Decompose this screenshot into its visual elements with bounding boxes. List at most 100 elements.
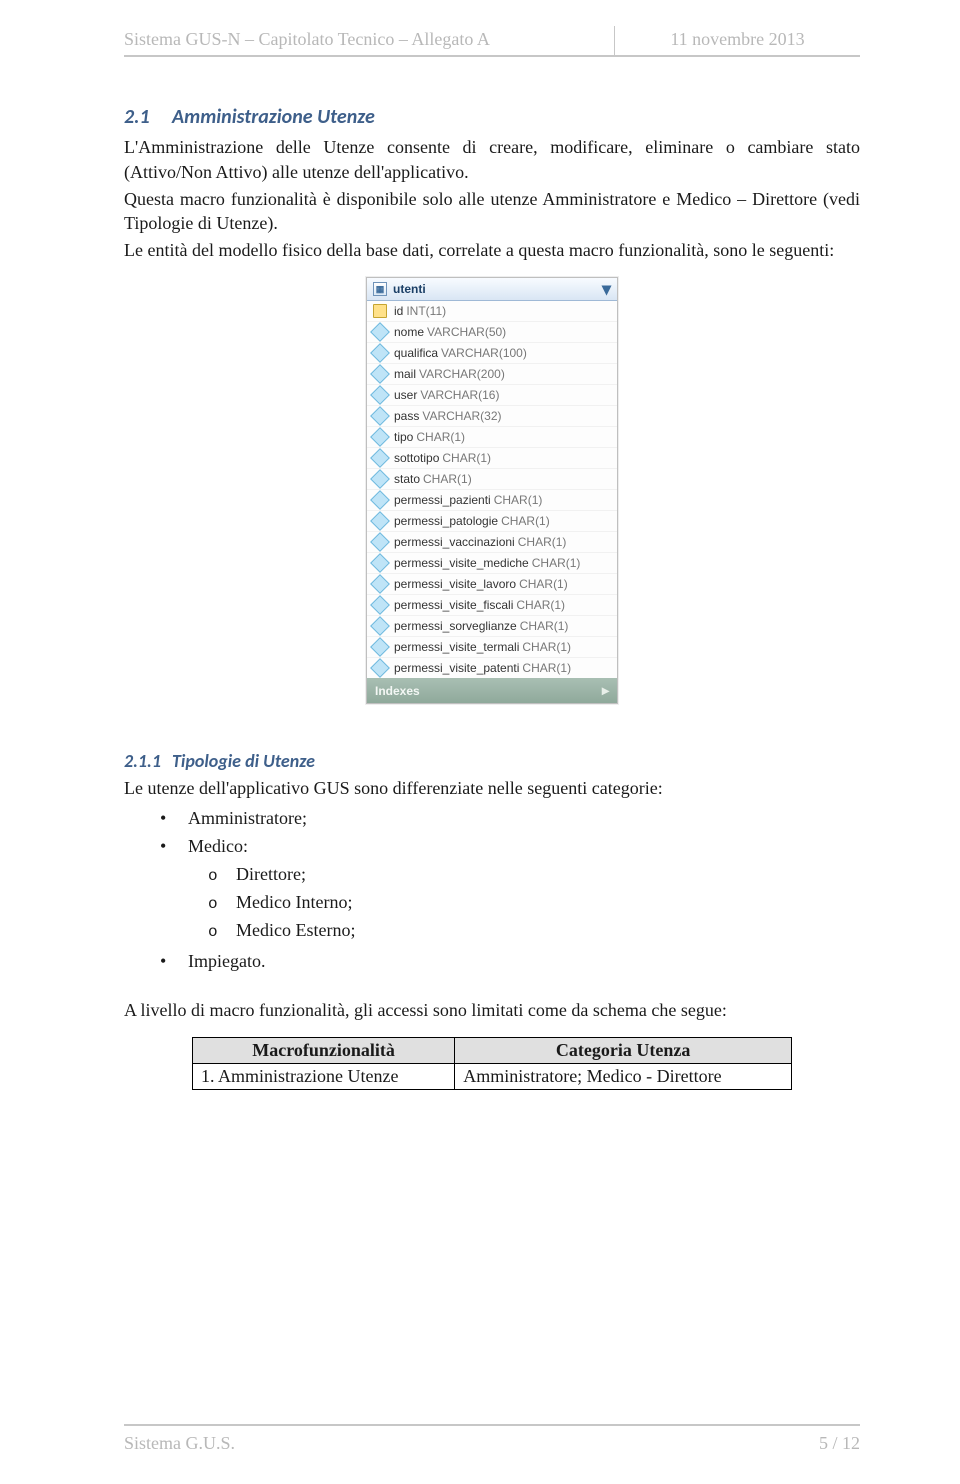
column-name: permessi_visite_fiscali <box>394 598 513 612</box>
table-row: 1. Amministrazione Utenze Amministratore… <box>193 1064 792 1090</box>
list-item: Direttore; <box>124 861 860 889</box>
column-name: sottotipo <box>394 451 439 465</box>
column-name: permessi_vaccinazioni <box>394 535 515 549</box>
entity-column: permessi_patologie CHAR(1) <box>367 510 617 531</box>
column-name: permessi_visite_termali <box>394 640 519 654</box>
column-icon <box>370 616 390 636</box>
column-name: permessi_visite_mediche <box>394 556 529 570</box>
column-icon <box>370 364 390 384</box>
list-item: Medico Esterno; <box>124 917 860 945</box>
table-header-row: Macrofunzionalità Categoria Utenza <box>193 1038 792 1064</box>
column-name: permessi_visite_patenti <box>394 661 519 675</box>
section-title: Amministrazione Utenze <box>172 105 375 129</box>
list-item: Medico Interno; <box>124 889 860 917</box>
table-header: Macrofunzionalità <box>193 1038 455 1064</box>
column-name: permessi_patologie <box>394 514 498 528</box>
column-type: CHAR(1) <box>522 640 571 654</box>
column-icon <box>370 427 390 447</box>
column-type: CHAR(1) <box>522 661 571 675</box>
column-type: CHAR(1) <box>442 451 491 465</box>
column-icon <box>370 343 390 363</box>
column-type: CHAR(1) <box>532 556 581 570</box>
column-type: CHAR(1) <box>423 472 472 486</box>
category-list: Amministratore; Medico: <box>124 805 860 861</box>
chevron-down-icon: ▾ <box>602 283 611 295</box>
list-item: Impiegato. <box>124 948 860 976</box>
header-right: 11 novembre 2013 <box>615 26 860 56</box>
column-name: qualifica <box>394 346 438 360</box>
section-2-1-p1: L'Amministrazione delle Utenze consente … <box>124 135 860 185</box>
entity-column: permessi_visite_fiscali CHAR(1) <box>367 594 617 615</box>
header-left: Sistema GUS-N – Capitolato Tecnico – All… <box>124 26 615 56</box>
table-cell: Amministratore; Medico - Direttore <box>455 1064 792 1090</box>
column-type: VARCHAR(100) <box>441 346 527 360</box>
column-name: permessi_pazienti <box>394 493 491 507</box>
column-type: CHAR(1) <box>516 598 565 612</box>
entity-column: sottotipo CHAR(1) <box>367 447 617 468</box>
column-name: nome <box>394 325 424 339</box>
entity-indexes-bar: Indexes ▸ <box>367 678 617 703</box>
section-2-1-1-heading: 2.1.1Tipologie di Utenze <box>124 750 860 772</box>
entity-column: mail VARCHAR(200) <box>367 363 617 384</box>
column-icon <box>370 448 390 468</box>
entity-column: permessi_visite_termali CHAR(1) <box>367 636 617 657</box>
column-icon <box>370 553 390 573</box>
column-name: permessi_visite_lavoro <box>394 577 516 591</box>
category-list-cont: Impiegato. <box>124 948 860 976</box>
entity-column: stato CHAR(1) <box>367 468 617 489</box>
entity-column: permessi_vaccinazioni CHAR(1) <box>367 531 617 552</box>
column-icon <box>370 532 390 552</box>
column-type: INT(11) <box>406 304 446 318</box>
entity-column: permessi_pazienti CHAR(1) <box>367 489 617 510</box>
entity-column: permessi_visite_lavoro CHAR(1) <box>367 573 617 594</box>
column-type: VARCHAR(50) <box>427 325 506 339</box>
table-cell: 1. Amministrazione Utenze <box>193 1064 455 1090</box>
section-2-1-p3: Le entità del modello fisico della base … <box>124 238 860 263</box>
page-header: Sistema GUS-N – Capitolato Tecnico – All… <box>124 26 860 56</box>
entity-column: user VARCHAR(16) <box>367 384 617 405</box>
column-type: VARCHAR(200) <box>419 367 505 381</box>
column-icon <box>370 637 390 657</box>
macro-table: Macrofunzionalità Categoria Utenza 1. Am… <box>192 1037 792 1090</box>
column-type: CHAR(1) <box>519 577 568 591</box>
column-type: VARCHAR(16) <box>420 388 499 402</box>
column-type: CHAR(1) <box>518 535 567 549</box>
medico-sublist: Direttore; Medico Interno; Medico Estern… <box>124 861 860 945</box>
column-icon <box>370 406 390 426</box>
entity-column: qualifica VARCHAR(100) <box>367 342 617 363</box>
column-icon <box>370 511 390 531</box>
table-header: Categoria Utenza <box>455 1038 792 1064</box>
entity-column: id INT(11) <box>367 301 617 321</box>
column-name: tipo <box>394 430 413 444</box>
section-number: 2.1 <box>124 105 172 129</box>
footer-left: Sistema G.U.S. <box>124 1433 819 1454</box>
list-item: Amministratore; <box>124 805 860 833</box>
column-type: CHAR(1) <box>520 619 569 633</box>
column-icon <box>370 469 390 489</box>
entity-column: permessi_visite_patenti CHAR(1) <box>367 657 617 678</box>
section-2-1-p2: Questa macro funzionalità è disponibile … <box>124 187 860 237</box>
entity-title-bar: ▦ utenti ▾ <box>367 278 617 301</box>
column-icon <box>370 490 390 510</box>
column-icon <box>370 658 390 678</box>
section-title: Tipologie di Utenze <box>172 750 315 772</box>
column-name: permessi_sorveglianze <box>394 619 517 633</box>
entity-column: pass VARCHAR(32) <box>367 405 617 426</box>
column-type: CHAR(1) <box>501 514 550 528</box>
column-name: stato <box>394 472 420 486</box>
column-name: mail <box>394 367 416 381</box>
column-icon <box>370 595 390 615</box>
section-2-1-1-intro: Le utenze dell'applicativo GUS sono diff… <box>124 776 860 801</box>
section-2-1-1-after: A livello di macro funzionalità, gli acc… <box>124 998 860 1023</box>
column-type: CHAR(1) <box>494 493 543 507</box>
column-type: VARCHAR(32) <box>422 409 501 423</box>
entity-column: permessi_sorveglianze CHAR(1) <box>367 615 617 636</box>
column-icon <box>370 385 390 405</box>
entity-column: permessi_visite_mediche CHAR(1) <box>367 552 617 573</box>
list-item: Medico: <box>124 833 860 861</box>
column-icon <box>370 574 390 594</box>
footer-divider <box>124 1424 860 1426</box>
column-name: user <box>394 388 417 402</box>
key-icon <box>373 304 387 318</box>
entity-column: nome VARCHAR(50) <box>367 321 617 342</box>
